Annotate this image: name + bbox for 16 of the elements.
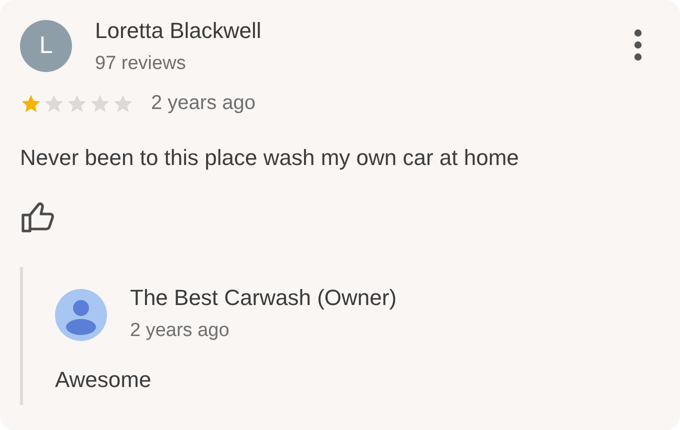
reply-text: Awesome: [55, 367, 152, 393]
owner-name: The Best Carwash (Owner): [130, 285, 398, 311]
author-name: Loretta Blackwell: [95, 18, 262, 44]
star-icon: [43, 92, 65, 114]
review-text: Never been to this place wash my own car at home: [20, 145, 520, 171]
star-icon: [20, 92, 42, 114]
review-time: 2 years ago: [151, 92, 256, 115]
star-icon: [112, 92, 134, 114]
star-icon: [89, 92, 111, 114]
thumbs-up-icon[interactable]: [20, 201, 56, 233]
review-count: 97 reviews: [95, 52, 187, 76]
avatar: L: [20, 20, 72, 72]
star-icon: [66, 92, 88, 114]
more-options-icon[interactable]: [633, 28, 643, 62]
user-avatar-icon: [55, 289, 107, 341]
reply-time: 2 years ago: [130, 319, 230, 343]
